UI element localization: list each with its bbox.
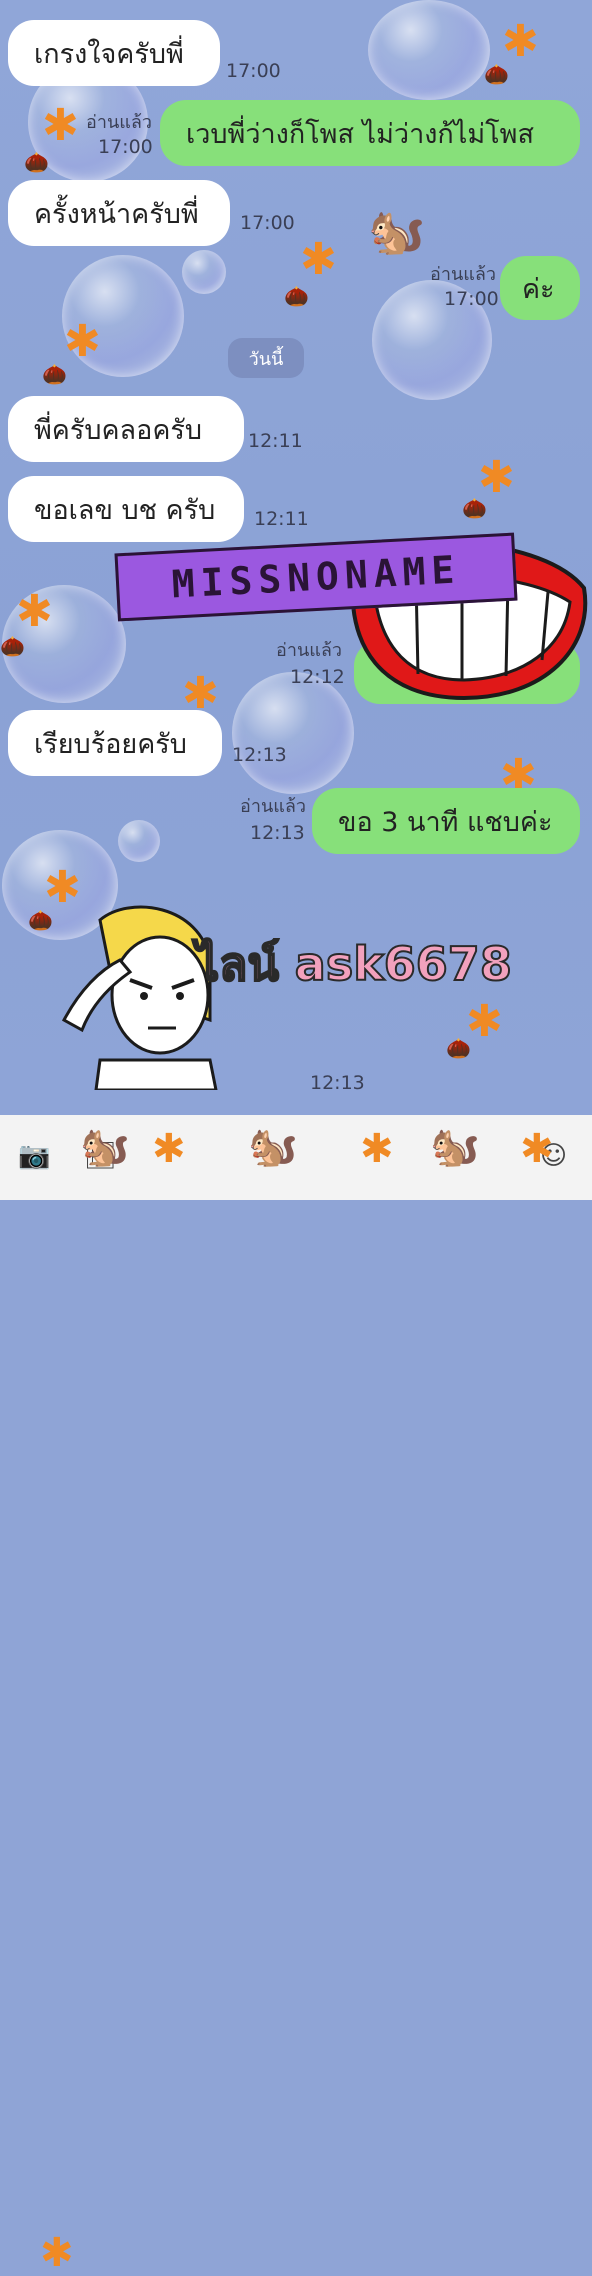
star-decoration: ✱ — [16, 586, 53, 637]
message-text: ขอ 3 นาที แชบค่ะ — [338, 806, 553, 838]
acorn-decoration: 🌰 — [446, 1036, 471, 1060]
message-text: เกรงใจครับพี่ — [34, 38, 184, 70]
message-time: 17:00 — [444, 288, 499, 310]
message-time: 12:11 — [248, 430, 303, 452]
message-bubble-incoming[interactable]: เรียบร้อยครับ — [8, 710, 222, 776]
squirrel-decoration: 🐿️ — [430, 1124, 480, 1170]
message-text: ขอเลข บช ครับ — [34, 494, 216, 526]
message-bubble-outgoing[interactable]: ค่ะ — [500, 256, 580, 320]
acorn-decoration: 🌰 — [462, 496, 487, 520]
date-separator: วันนี้ — [228, 338, 304, 378]
read-receipt: อ่านแล้ว — [240, 796, 306, 817]
message-time: 17:00 — [226, 60, 281, 82]
soap-bubble-decoration — [182, 250, 226, 294]
chat-area[interactable]: ✱ ✱ ✱ ✱ ✱ ✱ ✱ ✱ ✱ ✱ 🌰 🌰 🌰 🌰 🌰 🌰 🌰 🌰 🌰 🌰 … — [0, 0, 592, 1115]
message-bubble-outgoing[interactable]: ขอ 3 นาที แชบค่ะ — [312, 788, 580, 854]
star-decoration: ✱ — [502, 16, 539, 67]
contact-watermark: ไลน์ ask6678 — [195, 936, 513, 992]
acorn-decoration: 🌰 — [24, 150, 49, 174]
message-bubble-incoming[interactable]: พี่ครับคลอครับ — [8, 396, 244, 462]
star-decoration: ✱ — [478, 452, 515, 503]
soap-bubble-decoration — [232, 672, 354, 794]
acorn-decoration: 🌰 — [28, 908, 53, 932]
message-text: พี่ครับคลอครับ — [34, 414, 203, 446]
message-bubble-incoming[interactable]: เกรงใจครับพี่ — [8, 20, 220, 86]
soap-bubble-decoration — [368, 0, 490, 100]
squirrel-decoration: 🐿️ — [80, 1124, 130, 1170]
star-decoration: ✱ — [42, 100, 79, 151]
message-text: เวบพี่ว่างก็โพส ไม่ว่างก้ไม่โพส — [186, 118, 534, 150]
star-decoration: ✱ — [520, 1126, 554, 1172]
acorn-decoration: 🌰 — [484, 62, 509, 86]
input-bar[interactable]: 📷 🖼 ☺ ✱ 🐿️ ✱ 🐿️ ✱ 🐿️ ✱ — [0, 1115, 592, 2273]
message-bubble-incoming[interactable]: ครั้งหน้าครับพี่ — [8, 180, 230, 246]
star-decoration: ✱ — [152, 1126, 186, 1172]
squirrel-decoration: 🐿️ — [248, 1124, 298, 1170]
message-text: เรียบร้อยครับ — [34, 728, 187, 760]
soap-bubble-decoration — [118, 820, 160, 862]
star-decoration: ✱ — [64, 316, 101, 367]
message-time: 12:13 — [310, 1072, 365, 1094]
squirrel-decoration: 🐿️ — [368, 204, 426, 258]
read-receipt: อ่านแล้ว — [276, 640, 342, 661]
message-time: 17:00 — [240, 212, 295, 234]
message-time: 12:11 — [254, 508, 309, 530]
star-decoration: ✱ — [300, 234, 337, 285]
star-decoration: ✱ — [360, 1126, 394, 1172]
acorn-decoration: 🌰 — [42, 362, 67, 386]
message-bubble-outgoing[interactable]: เวบพี่ว่างก็โพส ไม่ว่างก้ไม่โพส — [160, 100, 580, 166]
message-text: ค่ะ — [522, 273, 555, 305]
message-text: ครั้งหน้าครับพี่ — [34, 198, 199, 230]
read-receipt: อ่านแล้ว — [430, 264, 496, 285]
message-bubble-incoming[interactable]: ขอเลข บช ครับ — [8, 476, 244, 542]
acorn-decoration: 🌰 — [284, 284, 309, 308]
message-time: 17:00 — [98, 136, 153, 158]
star-decoration: ✱ — [40, 2230, 74, 2276]
message-time: 12:13 — [232, 744, 287, 766]
read-receipt: อ่านแล้ว — [86, 112, 152, 133]
message-time: 12:12 — [290, 666, 345, 688]
message-time: 12:13 — [250, 822, 305, 844]
star-decoration: ✱ — [466, 996, 503, 1047]
acorn-decoration: 🌰 — [0, 634, 25, 658]
camera-icon[interactable]: 📷 — [18, 1141, 50, 1171]
